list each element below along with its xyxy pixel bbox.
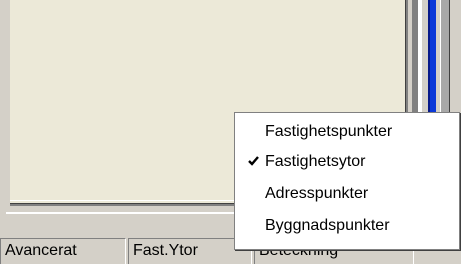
context-menu: Fastighetspunkter Fastighetsytor Adressp… (234, 112, 460, 250)
menu-item-fastighetsytor[interactable]: Fastighetsytor (235, 149, 459, 177)
menu-item-byggnadspunkter[interactable]: Byggnadspunkter (235, 213, 459, 241)
menu-item-label: Adresspunkter (265, 185, 369, 202)
menu-item-adresspunkter[interactable]: Adresspunkter (235, 181, 459, 209)
menu-item-label: Byggnadspunkter (265, 217, 390, 234)
menu-item-label: Fastighetspunkter (265, 123, 393, 140)
status-cell-label: Avancerat (5, 242, 77, 259)
menu-item-fastighetspunkter[interactable]: Fastighetspunkter (235, 119, 459, 147)
status-cell-avancerat[interactable]: Avancerat (0, 238, 126, 264)
menu-item-label: Fastighetsytor (265, 153, 366, 170)
status-cell-label: Fast.Ytor (133, 242, 198, 259)
checkmark-icon (247, 153, 261, 169)
